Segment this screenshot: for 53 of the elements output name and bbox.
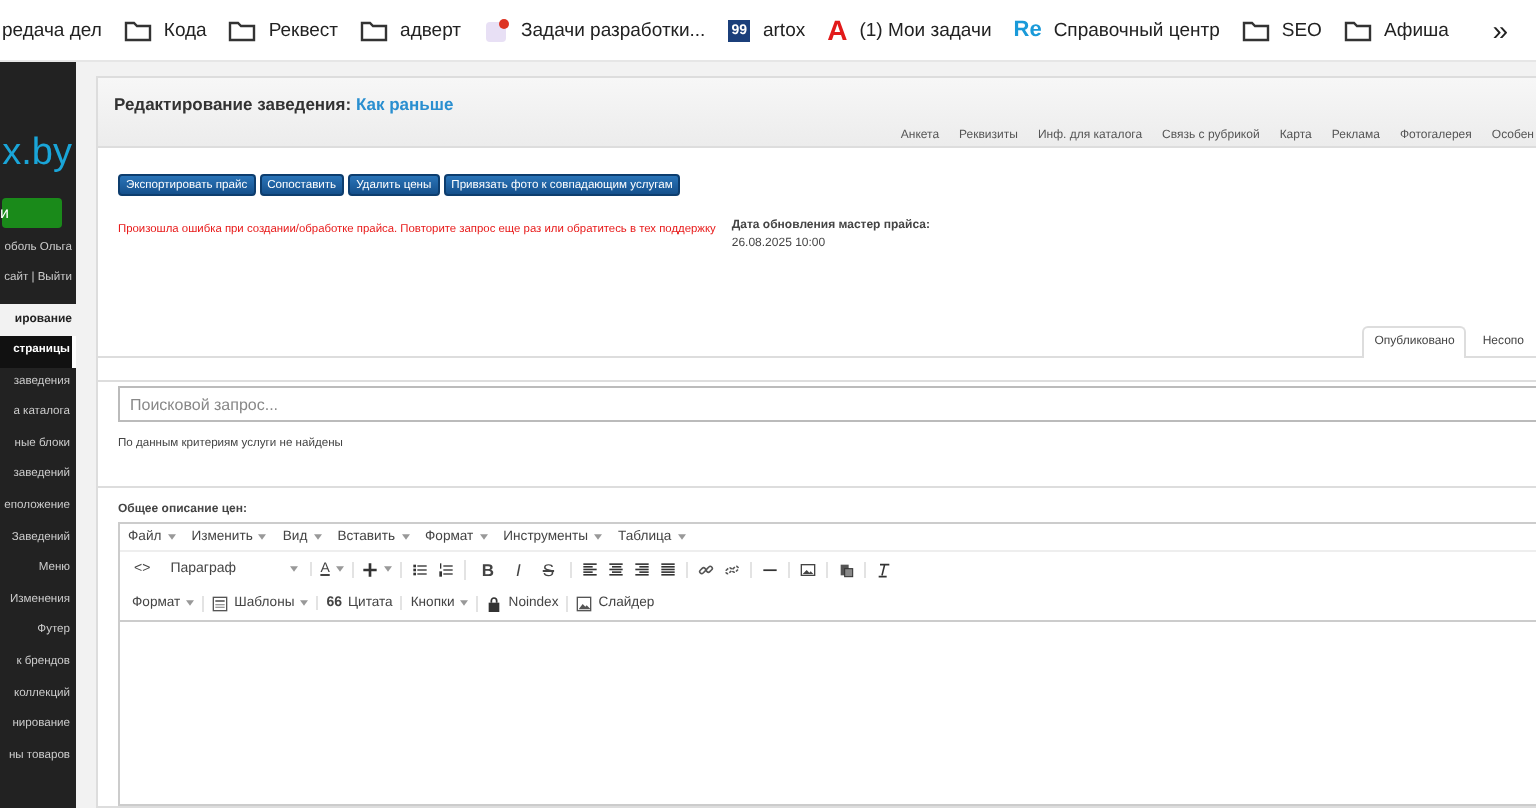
caret-icon [167,534,176,540]
italic-button[interactable]: I [510,559,527,579]
caret-icon [594,534,603,540]
bookmark[interactable]: Афиша [1343,19,1449,41]
folder-icon [1241,19,1270,41]
folder-icon [1343,19,1372,41]
caret-icon [186,600,195,606]
caret-icon [335,566,344,572]
page-title: Редактирование заведения: [114,94,352,114]
folder-icon [360,19,389,41]
search-field[interactable]: Поисковой запрос... [118,386,1536,422]
bullet-list-icon[interactable] [411,561,428,577]
bookmark[interactable]: Re Справочный центр [1013,18,1220,42]
image-icon[interactable] [800,561,817,577]
link-icon[interactable] [698,561,715,577]
caret-icon [300,600,309,606]
logo-text: x.by [2,130,72,178]
bookmark[interactable]: редача дел [2,19,102,41]
strikethrough-button[interactable]: S [536,559,561,579]
bookmark[interactable]: SEO [1241,19,1322,41]
bold-button[interactable]: B [475,559,500,579]
caret-icon [677,534,686,540]
unlink-icon[interactable] [724,561,741,577]
bookmark[interactable]: Задачи разработки... [483,17,706,43]
bookmark[interactable]: Реквест [228,19,339,41]
caret-icon [290,566,299,572]
align-icon[interactable] [660,561,677,577]
plus-icon [361,561,378,577]
align-icon[interactable] [582,561,599,577]
caret-icon [258,534,267,540]
clear-formatting-icon[interactable] [876,561,893,577]
numbered-list-icon[interactable] [437,561,454,577]
caret-icon [401,534,409,540]
folder-icon [123,19,152,41]
caret-icon [383,566,392,572]
caret-icon [479,534,488,540]
bookmark[interactable]: Кода [123,19,207,41]
caret-icon [313,534,322,540]
bookmark[interactable]: адверт [360,19,462,41]
template-icon [212,595,229,611]
more-bookmarks-button[interactable]: » [1492,14,1508,46]
paste-icon[interactable] [838,561,855,577]
folder-icon [228,19,257,41]
lock-icon [486,595,503,611]
image-icon [576,595,593,611]
primary-button[interactable]: и [2,198,62,228]
site-icon: A [827,14,848,46]
align-icon[interactable] [634,561,651,577]
align-icon[interactable] [608,561,625,577]
caret-icon [460,600,469,606]
bookmark[interactable]: A (1) Мои задачи [827,14,992,46]
site-icon: Re [1013,18,1042,42]
app-icon [483,17,510,43]
